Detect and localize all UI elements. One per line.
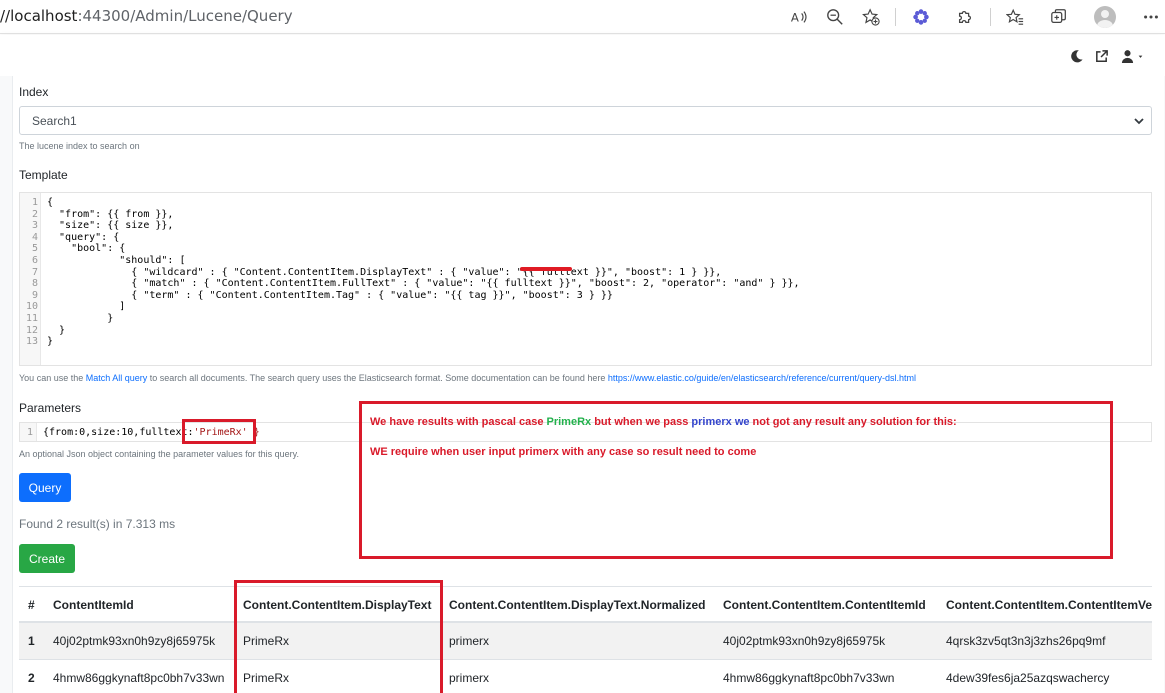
index-select[interactable]: Search1 [19,106,1152,135]
code-line: "query": { [47,231,120,243]
code-line: } [47,336,54,348]
create-button[interactable]: Create [19,544,75,573]
line-number: 7 [31,266,38,278]
code-line: "size": {{ size }}, [47,220,174,232]
param-line-number: 1 [26,427,33,438]
column-header: Content.ContentItem.ContentItemVe [946,598,1152,612]
table-row[interactable]: 2 4hmw86ggkynaft8pc0bh7v33wn PrimeRx pri… [19,660,1152,693]
parameters-hint: An optional Json object containing the p… [19,449,299,459]
cell-displaytext-normalized: primerx [449,671,490,685]
row-index: 1 [28,634,35,648]
results-table: # ContentItemId Content.ContentItem.Disp… [19,586,1152,693]
line-number: 11 [25,313,38,324]
url-path: :44300/Admin/Lucene/Query [77,7,293,25]
read-aloud-icon[interactable]: A [788,6,810,28]
extension-flower-icon[interactable] [910,6,932,28]
match-all-query-link[interactable]: Match All query [86,373,148,383]
cell-contentitemversionid: 4qrsk3zv5qt3n3j3zhs26pq9mf [946,634,1106,648]
column-header: Content.ContentItem.ContentItemId [723,598,926,612]
index-hint: The lucene index to search on [19,141,140,151]
profile-avatar[interactable] [1094,6,1116,28]
line-number: 1 [31,197,38,208]
line-number: 13 [25,336,38,348]
line-number: 4 [31,231,38,243]
code-line: { "wildcard" : { "Content.ContentItem.Di… [47,266,722,278]
index-label: Index [19,85,49,99]
line-number: 10 [25,301,38,313]
extensions-puzzle-icon[interactable] [954,6,976,28]
code-line: "bool": { [47,243,126,255]
code-line: ] [47,301,126,313]
chevron-down-icon [1134,118,1144,125]
cell-contentitemversionid: 4dew39fes6ja25azqswachercy [946,671,1110,685]
favorite-add-icon[interactable] [860,6,882,28]
cell-displaytext-normalized: primerx [449,634,490,648]
annotation-param-highlight [182,419,256,444]
elastic-docs-link[interactable]: https://www.elastic.co/guide/en/elastics… [608,373,916,383]
annotation-column-highlight [234,580,443,693]
template-editor[interactable]: 1 {2 "from": {{ from }}, 3 "size": {{ size… [19,192,1152,366]
collections-icon[interactable] [1048,6,1070,28]
column-header: Content.ContentItem.DisplayText.Normaliz… [449,598,706,612]
address-bar[interactable]: //localhost:44300/Admin/Lucene/Query [0,7,293,25]
code-line: { "match" : { "Content.ContentItem.FullT… [47,278,800,290]
code-line: } [47,313,114,324]
line-number: 2 [31,208,38,220]
template-label: Template [19,168,68,182]
external-link-icon[interactable] [1091,46,1111,66]
column-header: # [28,598,35,612]
more-options-icon[interactable] [1140,6,1162,28]
row-index: 2 [28,671,35,685]
favorites-icon[interactable] [1004,6,1026,28]
url-host: //localhost [0,7,78,25]
code-line: { [47,197,54,208]
cell-contentitemid: 4hmw86ggkynaft8pc0bh7v33wn [53,671,225,685]
line-number: 8 [31,278,38,290]
zoom-out-icon[interactable] [824,6,846,28]
dark-mode-moon-icon[interactable] [1066,46,1086,66]
admin-navbar [0,35,1165,76]
index-select-value: Search1 [32,114,77,128]
user-menu-icon[interactable] [1117,46,1151,66]
svg-text:A: A [791,11,799,25]
line-number: 6 [31,255,38,266]
query-button[interactable]: Query [19,473,71,502]
line-number: 12 [25,324,38,336]
cell-content-contentitemid: 4hmw86ggkynaft8pc0bh7v33wn [723,671,895,685]
line-number: 3 [31,220,38,232]
code-line: "should": [ [47,255,186,266]
annotation-underline [520,267,572,271]
cell-content-contentitemid: 40j02ptmk93xn0h9zy8j65975k [723,634,886,648]
column-header: ContentItemId [53,598,134,612]
line-number: 5 [31,243,38,255]
browser-toolbar: //localhost:44300/Admin/Lucene/Query A [0,0,1165,34]
annotation-line-1: We have results with pascal case PrimeRx… [370,416,957,428]
avatar [1094,6,1116,28]
line-number: 9 [31,289,38,301]
code-line: { "term" : { "Content.ContentItem.Tag" :… [47,289,613,301]
table-header-row: # ContentItemId Content.ContentItem.Disp… [19,586,1152,623]
code-line: } [47,324,66,336]
results-count: Found 2 result(s) in 7.313 ms [19,517,176,531]
template-hint: You can use the Match All query to searc… [19,373,916,383]
cell-contentitemid: 40j02ptmk93xn0h9zy8j65975k [53,634,216,648]
parameters-label: Parameters [19,401,82,415]
annotation-line-2: WE require when user input primerx with … [370,446,757,458]
table-row[interactable]: 1 40j02ptmk93xn0h9zy8j65975k PrimeRx pri… [19,623,1152,660]
code-line: "from": {{ from }}, [47,208,174,220]
